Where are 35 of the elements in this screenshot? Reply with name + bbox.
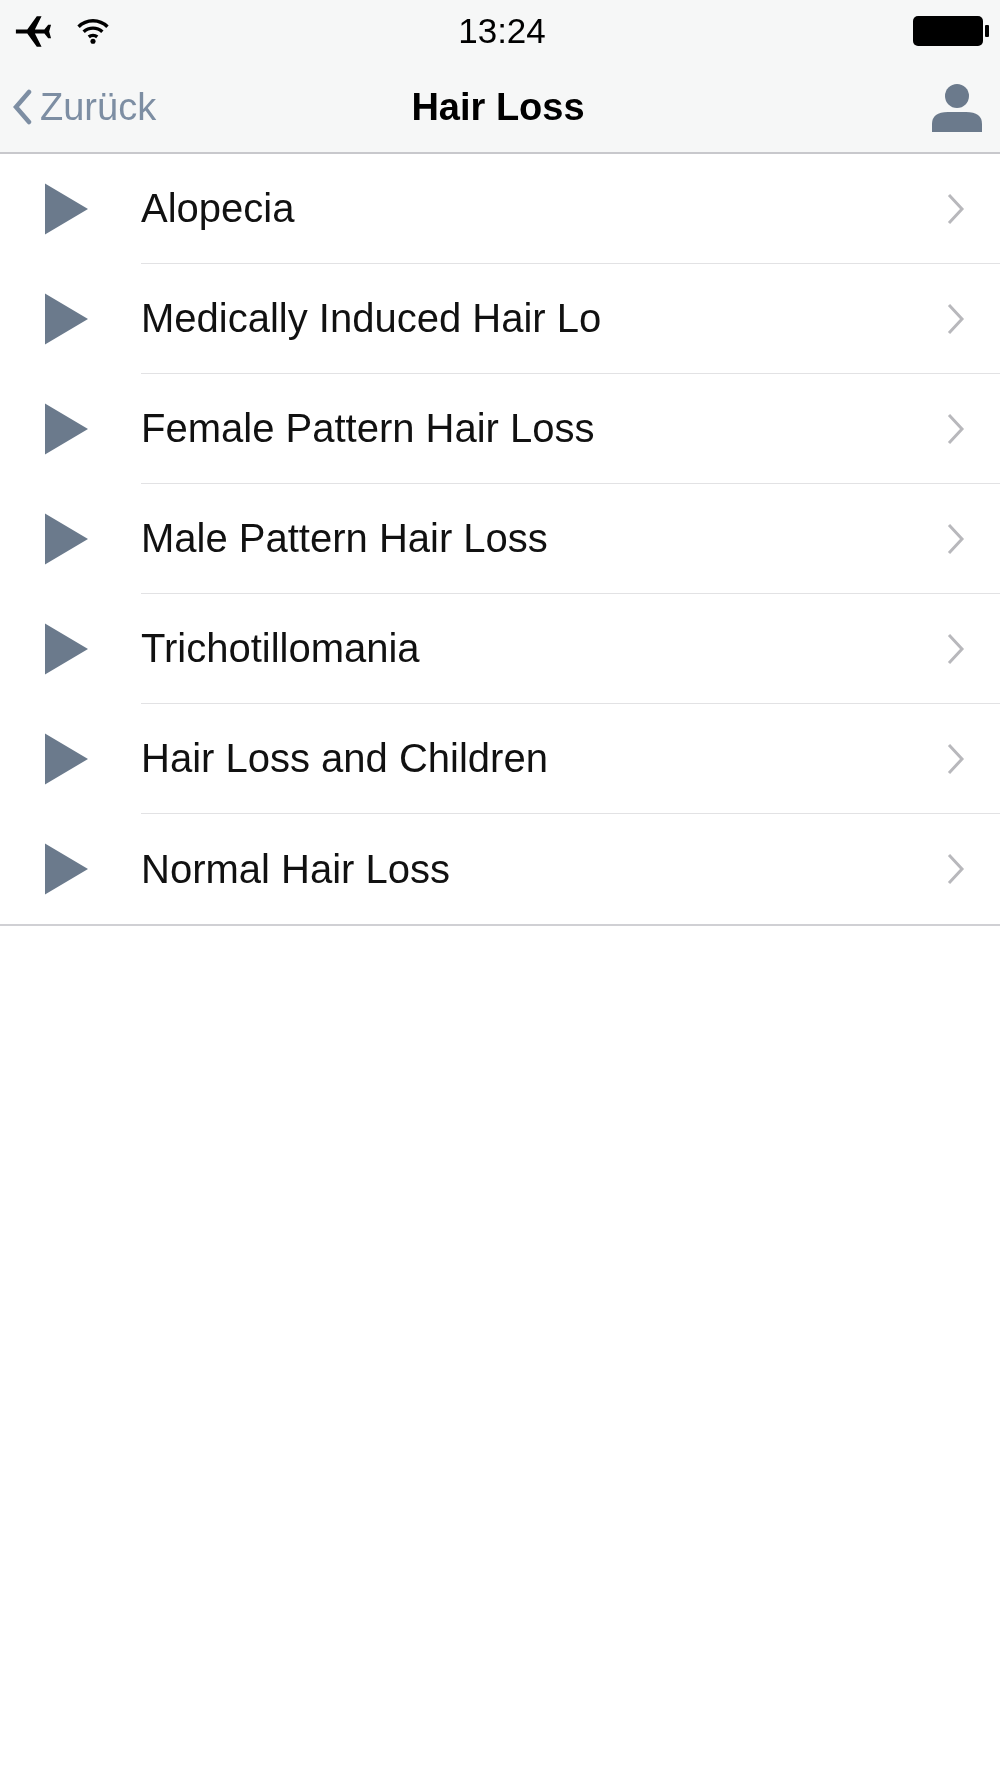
- chevron-icon: [946, 191, 966, 226]
- chevron-icon: [946, 411, 966, 446]
- play-icon: [45, 843, 88, 895]
- row-label: Hair Loss and Children: [141, 736, 548, 781]
- play-icon: [45, 403, 88, 455]
- chevron-icon: [946, 631, 966, 666]
- list-row[interactable]: Male Pattern Hair Loss: [0, 484, 1000, 594]
- row-label: Female Pattern Hair Loss: [141, 406, 595, 451]
- status-time: 13:24: [458, 11, 546, 51]
- play-icon: [45, 183, 88, 235]
- airplane-icon: [14, 14, 52, 48]
- list-row[interactable]: Hair Loss and Children: [0, 704, 1000, 814]
- row-label: Normal Hair Loss: [141, 846, 450, 892]
- play-icon: [45, 513, 88, 565]
- row-label: Male Pattern Hair Loss: [141, 516, 548, 561]
- chevron-icon: [946, 852, 966, 886]
- list-row[interactable]: Alopecia: [0, 154, 1000, 264]
- list-row[interactable]: Normal Hair Loss: [0, 814, 1000, 924]
- chevron-icon: [12, 89, 32, 125]
- play-icon: [45, 623, 88, 675]
- row-label: Alopecia: [141, 186, 295, 231]
- play-icon: [45, 293, 88, 345]
- row-label: Trichotillomania: [141, 626, 420, 671]
- list-row[interactable]: Trichotillomania: [0, 594, 1000, 704]
- chevron-icon: [946, 741, 966, 776]
- chevron-icon: [946, 301, 966, 336]
- list-row[interactable]: Medically Induced Hair Lo: [0, 264, 1000, 374]
- person-icon[interactable]: [930, 82, 984, 132]
- wifi-icon: [76, 17, 110, 45]
- row-label: Medically Induced Hair Lo: [141, 296, 602, 341]
- chevron-icon: [946, 521, 966, 556]
- battery-icon: [912, 15, 990, 47]
- list-row[interactable]: Female Pattern Hair Loss: [0, 374, 1000, 484]
- play-icon: [45, 733, 88, 785]
- nav-title: Hair Loss: [411, 85, 585, 129]
